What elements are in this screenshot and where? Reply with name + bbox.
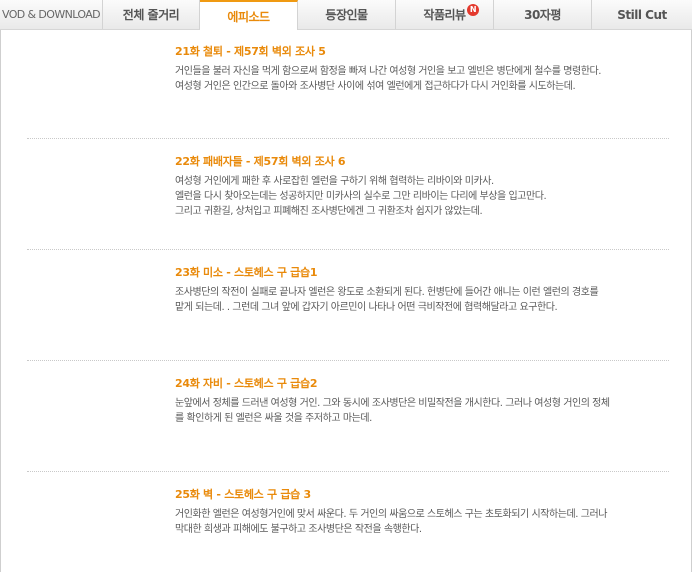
- episode-item: 23화 미소 - 스토헤스 구 급습1 조사병단의 작전이 실패로 끝나자 엘런…: [175, 265, 671, 315]
- description-line: 그리고 귀환길, 상처입고 피폐해진 조사병단에겐 그 귀환조차 쉽지가 않았는…: [175, 206, 483, 217]
- divider: [27, 360, 669, 361]
- tab-bar: VOD & DOWNLOAD 전체 줄거리 에피소드 등장인물 작품리뷰 N 3…: [0, 0, 692, 30]
- tab-characters[interactable]: 등장인물: [298, 0, 396, 29]
- tab-episodes[interactable]: 에피소드: [200, 0, 298, 30]
- episode-title[interactable]: 24화 자비 - 스토헤스 구 급습2: [175, 376, 671, 391]
- episode-description: 조사병단의 작전이 실패로 끝나자 엘런은 왕도로 소환되게 된다. 헌병단에 …: [175, 285, 671, 315]
- episode-title[interactable]: 23화 미소 - 스토헤스 구 급습1: [175, 265, 671, 280]
- tab-reviews[interactable]: 작품리뷰 N: [396, 0, 494, 29]
- episode-description: 거인화한 엘런은 여성형거인에 맞서 싸운다. 두 거인의 싸움으로 스토헤스 …: [175, 507, 671, 537]
- description-line: 막대한 희생과 피해에도 불구하고 조사병단은 작전을 속행한다.: [175, 524, 422, 535]
- description-line: 거인들을 불러 자신을 먹게 함으로써 함정을 빠져 나간 여성형 거인을 보고…: [175, 66, 601, 77]
- episode-title[interactable]: 22화 패배자들 - 제57회 벽외 조사 6: [175, 154, 671, 169]
- new-badge: N: [467, 4, 479, 16]
- tab-short-reviews[interactable]: 30자평: [494, 0, 592, 29]
- description-line: 맡게 되는데. . 그런데 그녀 앞에 갑자기 아르민이 나타나 어떤 극비작전…: [175, 302, 558, 313]
- tab-reviews-label: 작품리뷰: [423, 8, 466, 22]
- episode-description: 거인들을 불러 자신을 먹게 함으로써 함정을 빠져 나간 여성형 거인을 보고…: [175, 64, 671, 94]
- episode-description: 여성형 거인에게 패한 후 사로잡힌 엘런을 구하기 위해 협력하는 리바이와 …: [175, 174, 671, 219]
- divider: [27, 249, 669, 250]
- description-line: 눈앞에서 정체를 드러낸 여성형 거인. 그와 동시에 조사병단은 비밀작전을 …: [175, 398, 610, 409]
- description-line: 여성형 거인에게 패한 후 사로잡힌 엘런을 구하기 위해 협력하는 리바이와 …: [175, 176, 494, 187]
- description-line: 거인화한 엘런은 여성형거인에 맞서 싸운다. 두 거인의 싸움으로 스토헤스 …: [175, 509, 607, 520]
- episode-item: 21화 철퇴 - 제57회 벽외 조사 5 거인들을 불러 자신을 먹게 함으로…: [175, 44, 671, 94]
- tab-vod-download[interactable]: VOD & DOWNLOAD: [0, 0, 103, 29]
- episode-item: 24화 자비 - 스토헤스 구 급습2 눈앞에서 정체를 드러낸 여성형 거인.…: [175, 376, 671, 426]
- episode-list: 21화 철퇴 - 제57회 벽외 조사 5 거인들을 불러 자신을 먹게 함으로…: [0, 30, 692, 572]
- episode-item: 25화 벽 - 스토헤스 구 급습 3 거인화한 엘런은 여성형거인에 맞서 싸…: [175, 487, 671, 537]
- episode-title[interactable]: 25화 벽 - 스토헤스 구 급습 3: [175, 487, 671, 502]
- description-line: 조사병단의 작전이 실패로 끝나자 엘런은 왕도로 소환되게 된다. 헌병단에 …: [175, 287, 599, 298]
- description-line: 여성형 거인은 인간으로 돌아와 조사병단 사이에 섞여 엘런에게 접근하다가 …: [175, 81, 576, 92]
- divider: [27, 471, 669, 472]
- episode-description: 눈앞에서 정체를 드러낸 여성형 거인. 그와 동시에 조사병단은 비밀작전을 …: [175, 396, 671, 426]
- episode-item: 22화 패배자들 - 제57회 벽외 조사 6 여성형 거인에게 패한 후 사로…: [175, 154, 671, 219]
- description-line: 엘런을 다시 찾아오는데는 성공하지만 미카사의 실수로 그만 리바이는 다리에…: [175, 191, 547, 202]
- tab-full-synopsis[interactable]: 전체 줄거리: [103, 0, 200, 29]
- episode-title[interactable]: 21화 철퇴 - 제57회 벽외 조사 5: [175, 44, 671, 59]
- tab-still-cut[interactable]: Still Cut: [592, 0, 692, 29]
- description-line: 를 확인하게 된 엘런은 싸울 것을 주저하고 마는데.: [175, 413, 372, 424]
- divider: [27, 138, 669, 139]
